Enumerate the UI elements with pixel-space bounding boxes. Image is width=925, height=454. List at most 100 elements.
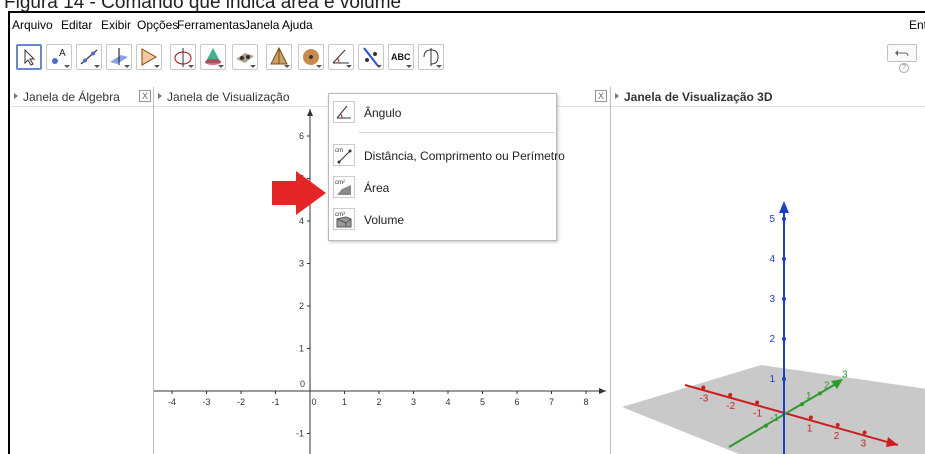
reflect-tool-icon[interactable] (358, 44, 384, 70)
x-tick-label: 7 (549, 397, 554, 407)
y-tick-label: 0 (300, 379, 305, 389)
x-tick-label: 1 (342, 397, 347, 407)
z-tick-label: 3 (769, 294, 775, 305)
circle-axis-tool-icon[interactable] (170, 44, 196, 70)
y-tick-label: 4 (299, 216, 304, 226)
x-tick-label: 6 (514, 397, 519, 407)
angle-icon (333, 101, 355, 123)
x3d-tick-label: -3 (699, 393, 708, 404)
y3d-tick-dot (818, 391, 822, 396)
menu-opcoes[interactable]: Opções (137, 18, 178, 32)
menu-bar: Arquivo Editar Exibir Opções Ferramentas… (10, 13, 925, 37)
perpendicular-line-tool-icon[interactable] (106, 44, 132, 70)
text-tool-label: ABC (391, 52, 411, 62)
x-tick-label: 8 (583, 397, 588, 407)
algebra-title: Janela de Álgebra (23, 90, 120, 104)
measure-tools-dropdown: Ângulo cm Distância, Comprimento ou Perí… (328, 93, 565, 241)
close-graphics-icon[interactable]: X (595, 90, 607, 102)
dropdown-label-volume: Volume (364, 213, 405, 227)
x-tick-label: 2 (376, 397, 381, 407)
x-tick-label: 3 (411, 397, 416, 407)
polygon-tool-icon[interactable] (136, 44, 162, 70)
pyramid-tool-icon[interactable] (266, 44, 292, 70)
z-axis-arrow (779, 201, 789, 213)
collapse-graphics3d-icon[interactable] (615, 93, 619, 99)
x3d-tick-label: -2 (726, 401, 735, 412)
z-tick-label: 5 (769, 214, 775, 225)
x3d-tick-dot (835, 423, 840, 428)
y-tick-label: 3 (299, 259, 304, 269)
dropdown-label-angulo: Ângulo (364, 106, 402, 120)
x3d-tick-dot (808, 415, 813, 420)
distance-icon: cm (333, 144, 355, 166)
menu-ferramentas[interactable]: Ferramentas (177, 18, 245, 32)
menu-arquivo[interactable]: Arquivo (12, 18, 53, 32)
y-tick-label: 2 (299, 301, 304, 311)
y-tick-label: -1 (296, 429, 304, 439)
z-tick-dot (782, 297, 786, 301)
x3d-tick-dot (755, 400, 760, 405)
x-tick-label: -1 (271, 397, 279, 407)
area-icon-text: cm² (335, 180, 345, 186)
x3d-tick-dot (862, 430, 867, 435)
line-tool-icon[interactable] (76, 44, 102, 70)
dropdown-separator (359, 132, 555, 133)
graphics3d-header: Janela de Visualização 3D (611, 87, 925, 107)
z-tick-label: 2 (769, 334, 775, 345)
menu-editar[interactable]: Editar (61, 18, 92, 32)
sphere-tool-icon[interactable] (298, 44, 324, 70)
x3d-tick-label: 3 (861, 439, 867, 450)
collapse-algebra-icon[interactable] (14, 93, 18, 99)
y3d-tick-label: -1 (770, 413, 779, 424)
x-tick-label: 0 (311, 397, 316, 407)
dropdown-item-distancia[interactable]: cm Distância, Comprimento ou Perímetro (329, 142, 565, 170)
y3d-tick-dot (800, 402, 804, 407)
undo-button[interactable] (887, 44, 917, 62)
menu-right-cut-text: Ent (908, 18, 925, 32)
x-tick-label: -3 (202, 397, 210, 407)
dropdown-item-volume[interactable]: cm³ Volume (329, 206, 556, 234)
dropdown-label-area: Área (364, 181, 390, 195)
x-axis-arrow (599, 388, 606, 394)
point-tool-icon[interactable]: A (46, 44, 72, 70)
geogebra-window: Arquivo Editar Exibir Opções Ferramentas… (8, 11, 925, 454)
intersect-surfaces-tool-icon[interactable] (200, 44, 226, 70)
rotate-view-tool-icon[interactable] (418, 44, 444, 70)
red-arrow-pointer (272, 171, 326, 215)
z-tick-label: 1 (769, 374, 775, 385)
dropdown-item-area[interactable]: cm² Área (329, 174, 556, 202)
close-algebra-icon[interactable]: X (139, 90, 151, 102)
svg-text:A: A (59, 48, 66, 59)
z-tick-label: 4 (769, 254, 775, 265)
graphics-title: Janela de Visualização (167, 90, 290, 104)
x3d-tick-dot (728, 392, 733, 397)
y3d-tick-dot (764, 423, 768, 428)
graphics3d-title: Janela de Visualização 3D (624, 90, 773, 104)
move-tool-icon[interactable] (16, 44, 42, 70)
y3d-tick-label: 1 (806, 391, 812, 402)
text-tool-icon[interactable]: ABC (388, 44, 414, 70)
y-tick-label: 6 (299, 131, 304, 141)
dropdown-label-distancia: Distância, Comprimento ou Perímetro (364, 149, 565, 163)
menu-exibir[interactable]: Exibir (101, 18, 131, 32)
x3d-tick-label: 1 (807, 424, 813, 435)
z-tick-dot (782, 377, 786, 381)
collapse-graphics-icon[interactable] (158, 93, 162, 99)
help-icon[interactable]: ? (899, 63, 909, 73)
y3d-tick-label: 2 (824, 380, 830, 391)
x-tick-label: -2 (237, 397, 245, 407)
toolbar: A ABC ? (10, 39, 925, 88)
z-tick-dot (782, 217, 786, 221)
graphics-view-3d[interactable]: 5 4 3 2 1 -3 -2 -1 1 2 3 1 2 3 -1 (611, 107, 925, 454)
y-axis-arrow (307, 109, 313, 116)
algebra-header: Janela de Álgebra X (10, 87, 153, 107)
menu-ajuda[interactable]: Ajuda (282, 18, 313, 32)
plane-tool-icon[interactable] (232, 44, 258, 70)
y3d-tick-dot (836, 380, 840, 385)
dropdown-item-angulo[interactable]: Ângulo (329, 99, 556, 127)
x-tick-label: -4 (168, 397, 176, 407)
volume-icon: cm³ (333, 208, 355, 230)
angle-tool-icon[interactable] (328, 44, 354, 70)
menu-janela[interactable]: Janela (244, 18, 279, 32)
x3d-tick-label: -1 (753, 408, 762, 419)
